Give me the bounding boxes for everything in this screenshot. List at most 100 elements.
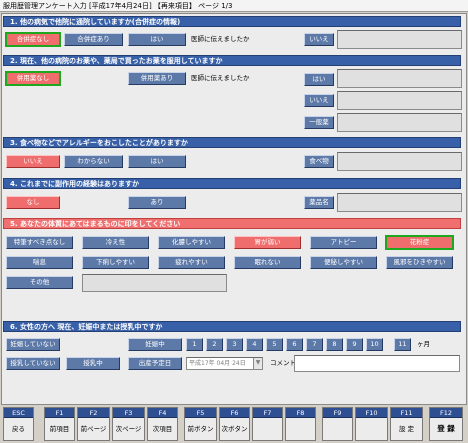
section-6-header: 6. 女性の方へ 現在、妊娠中または授乳中ですか — [3, 321, 461, 332]
section-4-header: 4. これまでに副作用の経験はありますか — [3, 178, 461, 189]
not-nursing-button[interactable]: 授乳していない — [6, 357, 60, 370]
month-3-button[interactable]: 3 — [226, 338, 243, 351]
f7-key-label — [253, 418, 282, 440]
constitution-other-field[interactable] — [82, 274, 227, 292]
concomitant-yes-button[interactable]: はい — [304, 73, 334, 86]
constitution-suppuration-button[interactable]: 化膿しやすい — [158, 236, 225, 249]
food-button[interactable]: 食べ物 — [304, 155, 334, 168]
month-11-button[interactable]: 11 — [394, 338, 411, 351]
f6-key[interactable]: F6 次ボタン — [219, 407, 250, 441]
side-effect-none-button[interactable]: なし — [6, 196, 60, 209]
section-1-header: 1. 他の病気で他院に通院していますか(合併症の情報) — [3, 16, 461, 27]
f3-key-name: F3 — [113, 408, 144, 418]
section-3-header: 3. 食べ物などでアレルギーをおこしたことがありますか — [3, 137, 461, 148]
month-10-button[interactable]: 10 — [366, 338, 383, 351]
month-1-button[interactable]: 1 — [186, 338, 203, 351]
constitution-atopy-button[interactable]: アトピー — [310, 236, 377, 249]
esc-key[interactable]: ESC 戻る — [3, 407, 34, 441]
f10-key-name: F10 — [356, 408, 387, 418]
constitution-cold-button[interactable]: 冷え性 — [82, 236, 149, 249]
constitution-none-button[interactable]: 特筆すべき点なし — [6, 236, 73, 249]
allergy-yes-button[interactable]: はい — [128, 155, 186, 168]
pregnant-button[interactable]: 妊娠中 — [128, 338, 182, 351]
constitution-fatigue-button[interactable]: 疲れやすい — [158, 256, 225, 269]
esc-key-label: 戻る — [12, 425, 25, 433]
section-5-header: 5. あなたの体質にあてはまるものに印をしてください — [3, 218, 461, 229]
side-effect-yes-button[interactable]: あり — [128, 196, 186, 209]
f1-key[interactable]: F1 前項目 — [44, 407, 75, 441]
constitution-constipation-button[interactable]: 便秘しやすい — [310, 256, 377, 269]
f10-key[interactable]: F10 — [355, 407, 388, 441]
f2-key-name: F2 — [78, 408, 109, 418]
has-concomitant-drug-button[interactable]: 併用薬あり — [128, 72, 186, 85]
f1-key-label: 前項目 — [49, 425, 70, 433]
f5-key-name: F5 — [185, 408, 216, 418]
complication-yes-button[interactable]: はい — [128, 33, 186, 46]
has-complication-button[interactable]: 合併症あり — [64, 33, 123, 46]
no-concomitant-drug-button[interactable]: 併用薬なし — [5, 71, 61, 86]
f7-key-name: F7 — [253, 408, 282, 418]
f12-key[interactable]: F12 登 録 — [429, 407, 463, 441]
window-title: 服用歴管理アンケート入力 [平成17年4月24日] 【再来項目】 ページ 1/3 — [0, 0, 468, 12]
constitution-insomnia-button[interactable]: 眠れない — [234, 256, 301, 269]
comment-label: コメント — [270, 359, 296, 367]
concomitant-no-field[interactable] — [337, 91, 462, 110]
month-6-button[interactable]: 6 — [286, 338, 303, 351]
told-doctor-label-1: 医師に伝えましたか — [191, 35, 250, 43]
f8-key[interactable]: F8 — [285, 407, 316, 441]
f8-key-label — [286, 418, 315, 440]
f4-key-label: 次項目 — [152, 425, 173, 433]
told-doctor-label-2: 医師に伝えましたか — [191, 74, 250, 82]
allergy-no-button[interactable]: いいえ — [6, 155, 60, 168]
drug-name-button[interactable]: 薬品名 — [304, 196, 334, 209]
f1-key-name: F1 — [45, 408, 74, 418]
f9-key-name: F9 — [323, 408, 352, 418]
complication-detail-field[interactable] — [337, 30, 462, 49]
constitution-hayfever-button[interactable]: 花粉症 — [385, 235, 454, 250]
not-pregnant-button[interactable]: 妊娠していない — [6, 338, 60, 351]
constitution-other-button[interactable]: その他 — [6, 276, 73, 289]
month-9-button[interactable]: 9 — [346, 338, 363, 351]
f11-key-name: F11 — [391, 408, 422, 418]
generic-drug-button[interactable]: 一般薬 — [304, 116, 334, 129]
month-2-button[interactable]: 2 — [206, 338, 223, 351]
due-date-button[interactable]: 出産予定日 — [128, 357, 182, 370]
month-7-button[interactable]: 7 — [306, 338, 323, 351]
constitution-asthma-button[interactable]: 喘息 — [6, 256, 73, 269]
complication-no-button[interactable]: いいえ — [304, 33, 334, 46]
nursing-button[interactable]: 授乳中 — [66, 357, 120, 370]
due-date-select[interactable]: 平成17年 04月 24日 ▼ — [186, 357, 263, 370]
f11-key[interactable]: F11 設 定 — [390, 407, 423, 441]
month-unit-label: ヶ月 — [417, 340, 430, 348]
f6-key-label: 次ボタン — [221, 425, 248, 433]
f2-key[interactable]: F2 前ページ — [77, 407, 110, 441]
month-4-button[interactable]: 4 — [246, 338, 263, 351]
f9-key[interactable]: F9 — [322, 407, 353, 441]
comment-field[interactable] — [294, 355, 460, 372]
f4-key-name: F4 — [148, 408, 177, 418]
month-8-button[interactable]: 8 — [326, 338, 343, 351]
f3-key-label: 次ページ — [115, 425, 142, 433]
food-allergy-field[interactable] — [337, 152, 462, 171]
concomitant-yes-field[interactable] — [337, 69, 462, 88]
f2-key-label: 前ページ — [80, 425, 107, 433]
constitution-catch-cold-button[interactable]: 風邪をひきやすい — [386, 256, 453, 269]
due-date-value: 平成17年 04月 24日 — [189, 360, 246, 367]
chevron-down-icon[interactable]: ▼ — [253, 358, 262, 369]
no-complication-button[interactable]: 合併症なし — [5, 32, 61, 47]
f3-key[interactable]: F3 次ページ — [112, 407, 145, 441]
allergy-unknown-button[interactable]: わからない — [64, 155, 123, 168]
f8-key-name: F8 — [286, 408, 315, 418]
f5-key[interactable]: F5 前ボタン — [184, 407, 217, 441]
concomitant-no-button[interactable]: いいえ — [304, 94, 334, 107]
section-2-header: 2. 現在、他の病院のお薬や、薬局で買ったお薬を服用していますか — [3, 55, 461, 66]
month-5-button[interactable]: 5 — [266, 338, 283, 351]
drug-name-field[interactable] — [337, 193, 462, 212]
constitution-diarrhea-button[interactable]: 下痢しやすい — [82, 256, 149, 269]
f7-key[interactable]: F7 — [252, 407, 283, 441]
constitution-weak-stomach-button[interactable]: 胃が弱い — [234, 236, 301, 249]
generic-drug-field[interactable] — [337, 113, 462, 132]
f4-key[interactable]: F4 次項目 — [147, 407, 178, 441]
f9-key-label — [323, 418, 352, 440]
f11-key-label: 設 定 — [398, 425, 415, 433]
